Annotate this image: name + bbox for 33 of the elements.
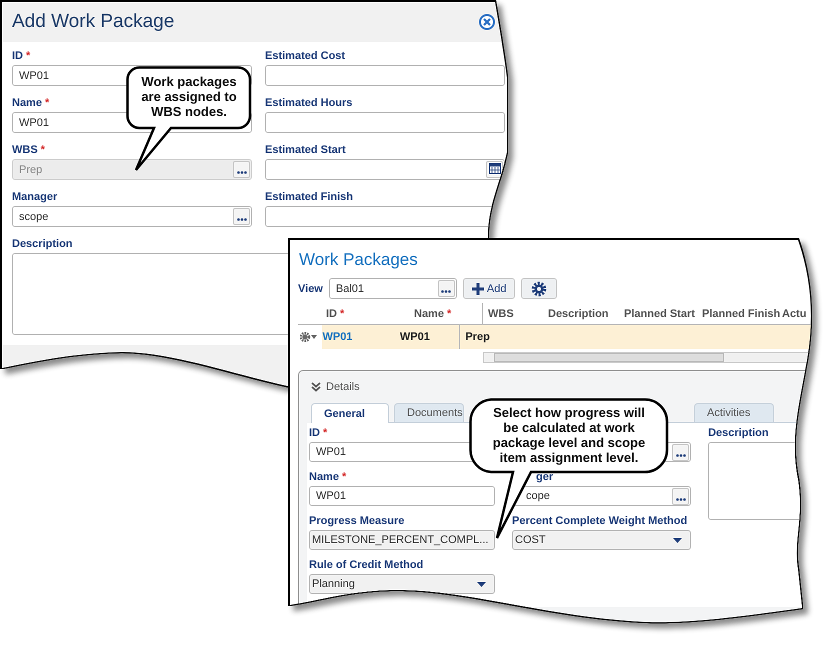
field-label: Percent Complete Weight Method [512, 515, 688, 527]
field-label: Progress Measure [309, 515, 404, 527]
column-header: Planned Start [624, 308, 696, 320]
required-mark: * [342, 471, 346, 483]
required-mark: * [44, 97, 50, 109]
field-label: WBS [12, 144, 38, 156]
column-header: WBS [487, 308, 515, 320]
field-label: Estimated Hours [265, 97, 352, 109]
field-label: ger [536, 471, 554, 483]
field-label: Estimated Finish [265, 191, 354, 203]
dialog-title: Add Work Package [12, 11, 174, 33]
field-label: ID [309, 427, 320, 439]
column-header: ID * [326, 308, 346, 320]
field-label: Estimated Start [265, 144, 346, 156]
field-label: Description [708, 427, 769, 439]
section-title: Details [326, 381, 360, 393]
required-mark: * [26, 50, 30, 62]
field-label: Name [12, 97, 42, 109]
field-label: Description [12, 238, 73, 250]
table-cell: WP01 [396, 325, 460, 349]
column-header: Name * [410, 303, 483, 324]
required-mark: * [40, 144, 45, 156]
column-header: Actu [782, 308, 808, 320]
field-label: ID [12, 50, 23, 62]
view-label: View [298, 282, 323, 294]
field-label: Estimated Cost [265, 50, 346, 62]
field-label: Name [309, 471, 339, 483]
page-title: Work Packages [299, 250, 419, 270]
column-header: Description [548, 308, 610, 320]
field-label: Rule of Credit Method [309, 559, 424, 571]
required-mark: * [323, 427, 328, 439]
column-header: Planned Finish [702, 308, 782, 320]
field-label: Manager [12, 191, 58, 203]
